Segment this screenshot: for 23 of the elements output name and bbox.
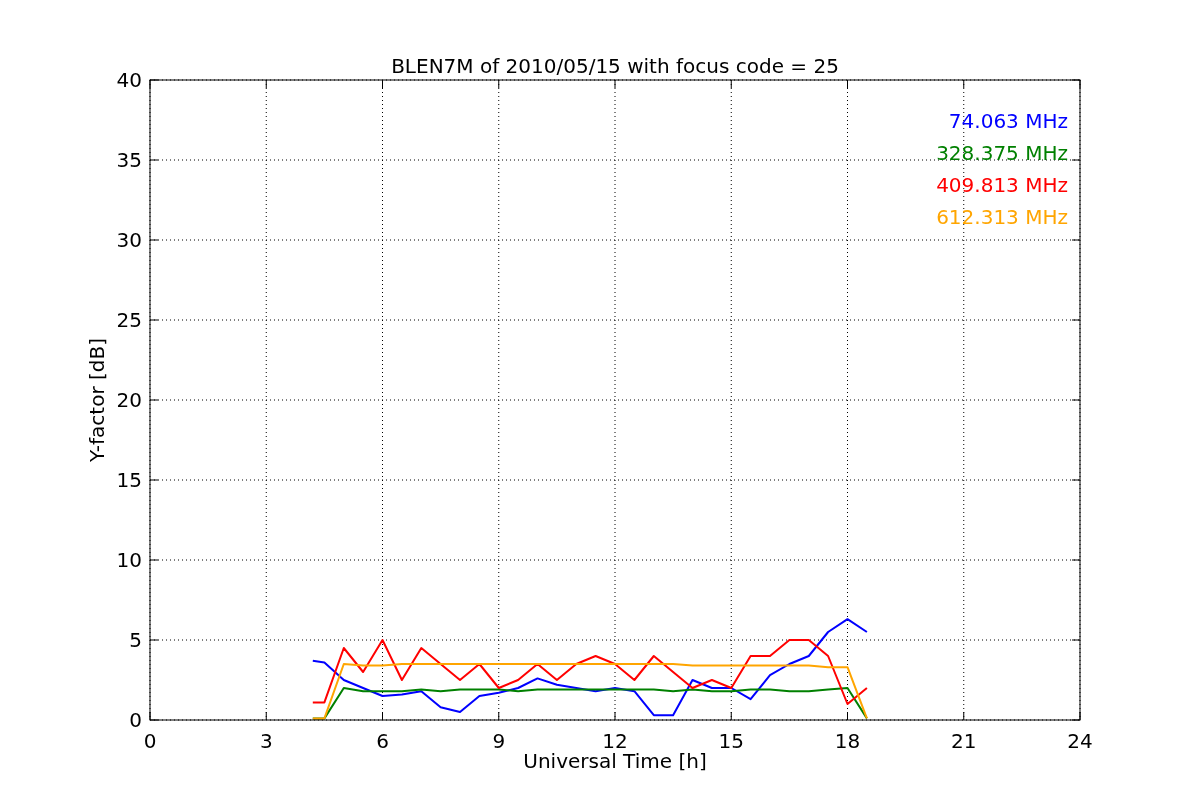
y-tick-label: 15 <box>116 468 142 492</box>
x-tick-label: 21 <box>951 729 977 753</box>
legend-label: 328.375 MHz <box>936 141 1068 165</box>
legend-label: 612.313 MHz <box>936 205 1068 229</box>
x-tick-label: 18 <box>834 729 861 753</box>
y-tick-label: 35 <box>116 148 142 172</box>
chart-title: BLEN7M of 2010/05/15 with focus code = 25 <box>391 54 839 78</box>
y-tick-label: 25 <box>116 308 142 332</box>
x-tick-label: 0 <box>143 729 157 753</box>
x-tick-label: 24 <box>1067 729 1093 753</box>
legend-label: 74.063 MHz <box>948 109 1068 133</box>
x-tick-label: 15 <box>718 729 744 753</box>
x-tick-label: 6 <box>376 729 389 753</box>
y-tick-label: 20 <box>116 388 142 412</box>
legend-label: 409.813 MHz <box>936 173 1068 197</box>
y-tick-label: 10 <box>116 548 142 572</box>
x-tick-label: 9 <box>492 729 506 753</box>
y-tick-label: 30 <box>116 228 142 252</box>
y-tick-label: 40 <box>116 68 142 92</box>
y-tick-label: 5 <box>129 628 142 652</box>
y-axis-label: Y-factor [dB] <box>85 338 109 462</box>
x-tick-label: 3 <box>259 729 273 753</box>
y-tick-label: 0 <box>129 708 142 732</box>
